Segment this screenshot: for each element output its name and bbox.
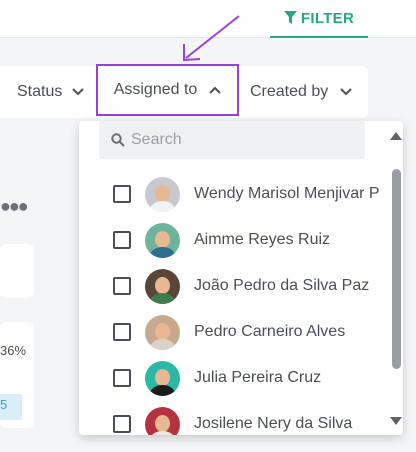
avatar [145,222,180,258]
status-filter-label: Status [17,83,63,100]
list-item[interactable]: Josilene Nery da Silva [79,401,384,435]
search-box[interactable] [99,121,365,159]
scrollbar-thumb[interactable] [392,169,401,369]
created-by-filter[interactable]: Created by [250,66,352,118]
filter-tab-label: FILTER [300,9,355,27]
annotation-arrow [183,15,240,62]
chevron-down-icon [72,88,85,96]
search-input[interactable] [131,131,351,149]
status-filter[interactable]: Status [17,66,85,118]
list-item[interactable]: Pedro Carneiro Alves [79,309,384,355]
search-icon [111,133,125,147]
checkbox[interactable] [113,415,131,433]
checkbox[interactable] [113,369,131,387]
chevron-up-icon [209,86,222,94]
chevron-down-icon [340,88,352,96]
user-name: Pedro Carneiro Alves [194,323,346,340]
avatar [145,314,180,350]
checkbox[interactable] [113,231,131,249]
assignee-dropdown: Wendy Marisol Menjivar P Aimme Reyes Rui… [79,121,403,435]
avatar [145,406,180,435]
list-item[interactable]: Wendy Marisol Menjivar P [79,171,384,217]
strip-fragment: 5 [0,397,8,412]
dropdown-scrollbar[interactable] [385,121,403,435]
avatar [145,360,180,396]
funnel-icon [283,11,297,24]
background-card [0,244,34,298]
scroll-down-icon[interactable] [390,417,402,425]
created-by-filter-label: Created by [250,83,329,100]
checkbox[interactable] [113,277,131,295]
avatar [145,268,180,304]
more-dots-icon[interactable]: ●●● [0,196,29,217]
assigned-to-filter[interactable]: Assigned to [96,64,239,116]
assigned-to-filter-label: Assigned to [113,81,198,98]
list-item[interactable]: João Pedro da Silva Paz [79,263,384,309]
list-item[interactable]: Aimme Reyes Ruiz [79,217,384,263]
assignee-list: Wendy Marisol Menjivar P Aimme Reyes Rui… [79,171,384,435]
percent-fragment: 36% [0,343,27,358]
checkbox[interactable] [113,185,131,203]
user-name: João Pedro da Silva Paz [194,277,370,294]
checkbox[interactable] [113,323,131,341]
list-item[interactable]: Julia Pereira Cruz [79,355,384,401]
filter-tab[interactable]: FILTER [270,0,368,38]
scroll-up-icon[interactable] [390,132,402,140]
avatar [145,176,180,212]
user-name: Julia Pereira Cruz [194,369,322,386]
user-name: Josilene Nery da Silva [194,415,353,432]
user-name: Aimme Reyes Ruiz [194,231,331,248]
user-name: Wendy Marisol Menjivar P [194,185,380,202]
